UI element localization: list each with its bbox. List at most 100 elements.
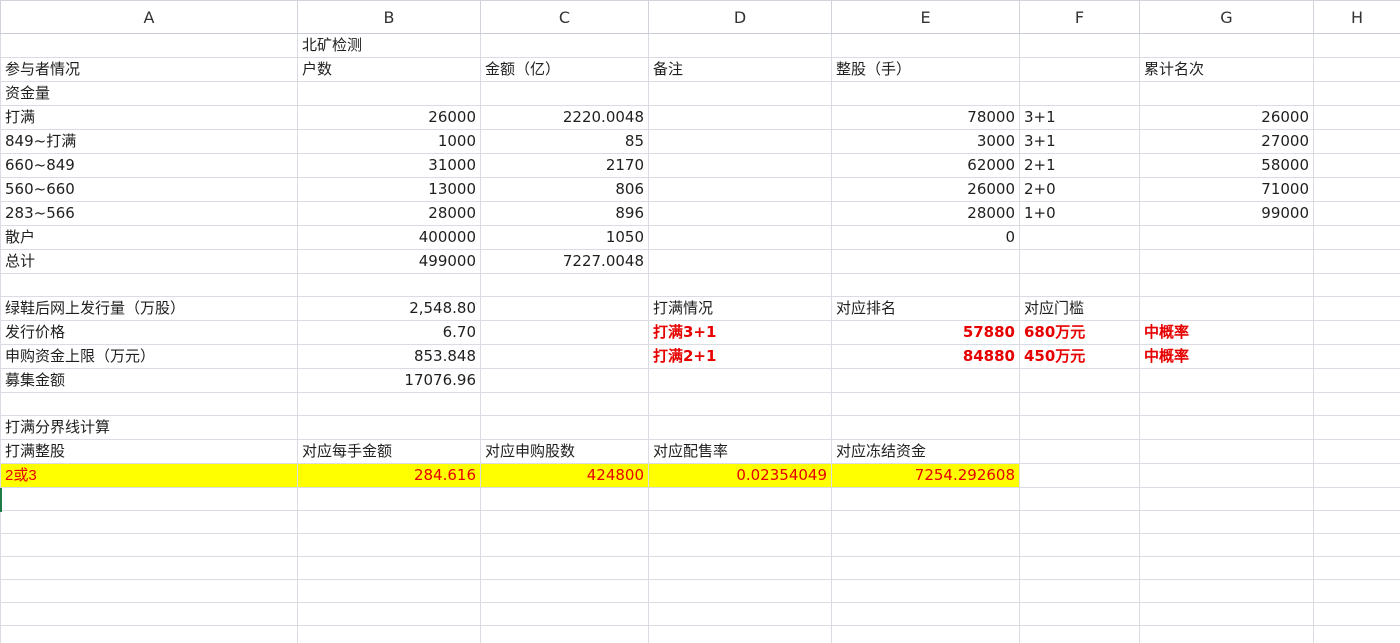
- cell-e22[interactable]: [831, 533, 1020, 557]
- cell-a6[interactable]: 660~849: [0, 153, 298, 178]
- cell-d21[interactable]: [648, 510, 832, 534]
- cell-f11[interactable]: [1019, 273, 1140, 297]
- cell-f14[interactable]: 450万元: [1019, 344, 1140, 369]
- cell-d2[interactable]: 备注: [648, 57, 832, 82]
- cell-c6[interactable]: 2170: [480, 153, 649, 178]
- cell-b11[interactable]: [297, 273, 481, 297]
- cell-d22[interactable]: [648, 533, 832, 557]
- cell-b20[interactable]: [297, 487, 481, 511]
- cell-g21[interactable]: [1139, 510, 1314, 534]
- cell-a13[interactable]: 发行价格: [0, 320, 298, 345]
- cell-f15[interactable]: [1019, 368, 1140, 393]
- cell-f24[interactable]: [1019, 579, 1140, 603]
- cell-a9[interactable]: 散户: [0, 225, 298, 250]
- cell-e25[interactable]: [831, 602, 1020, 626]
- cell-a21[interactable]: [0, 510, 298, 534]
- cell-b22[interactable]: [297, 533, 481, 557]
- cell-h5[interactable]: [1313, 129, 1400, 154]
- cell-d19[interactable]: 0.02354049: [648, 463, 832, 488]
- cell-h15[interactable]: [1313, 368, 1400, 393]
- cell-h11[interactable]: [1313, 273, 1400, 297]
- cell-a12[interactable]: 绿鞋后网上发行量（万股）: [0, 296, 298, 321]
- cell-e24[interactable]: [831, 579, 1020, 603]
- cell-f20[interactable]: [1019, 487, 1140, 511]
- cell-a14[interactable]: 申购资金上限（万元）: [0, 344, 298, 369]
- cell-d23[interactable]: [648, 556, 832, 580]
- cell-c24[interactable]: [480, 579, 649, 603]
- cell-h3[interactable]: [1313, 81, 1400, 106]
- cell-d18[interactable]: 对应配售率: [648, 439, 832, 464]
- cell-h7[interactable]: [1313, 177, 1400, 202]
- cell-d20[interactable]: [648, 487, 832, 511]
- cell-d15[interactable]: [648, 368, 832, 393]
- cell-e5[interactable]: 3000: [831, 129, 1020, 154]
- cell-f6[interactable]: 2+1: [1019, 153, 1140, 178]
- cell-b25[interactable]: [297, 602, 481, 626]
- cell-d13[interactable]: 打满3+1: [648, 320, 832, 345]
- cell-e2[interactable]: 整股（手）: [831, 57, 1020, 82]
- cell-b14[interactable]: 853.848: [297, 344, 481, 369]
- cell-e26[interactable]: [831, 625, 1020, 643]
- cell-f10[interactable]: [1019, 249, 1140, 274]
- cell-e7[interactable]: 26000: [831, 177, 1020, 202]
- cell-b16[interactable]: [297, 392, 481, 416]
- cell-d26[interactable]: [648, 625, 832, 643]
- cell-d7[interactable]: [648, 177, 832, 202]
- cell-a22[interactable]: [0, 533, 298, 557]
- cell-c21[interactable]: [480, 510, 649, 534]
- cell-e4[interactable]: 78000: [831, 105, 1020, 130]
- cell-g3[interactable]: [1139, 81, 1314, 106]
- cell-e17[interactable]: [831, 415, 1020, 440]
- column-header-g[interactable]: G: [1139, 0, 1314, 34]
- column-header-b[interactable]: B: [297, 0, 481, 34]
- cell-h22[interactable]: [1313, 533, 1400, 557]
- cell-f22[interactable]: [1019, 533, 1140, 557]
- cell-g25[interactable]: [1139, 602, 1314, 626]
- cell-b15[interactable]: 17076.96: [297, 368, 481, 393]
- cell-g7[interactable]: 71000: [1139, 177, 1314, 202]
- cell-h26[interactable]: [1313, 625, 1400, 643]
- cell-d12[interactable]: 打满情况: [648, 296, 832, 321]
- cell-g14[interactable]: 中概率: [1139, 344, 1314, 369]
- cell-h25[interactable]: [1313, 602, 1400, 626]
- cell-e3[interactable]: [831, 81, 1020, 106]
- cell-e16[interactable]: [831, 392, 1020, 416]
- cell-b6[interactable]: 31000: [297, 153, 481, 178]
- cell-e8[interactable]: 28000: [831, 201, 1020, 226]
- cell-f16[interactable]: [1019, 392, 1140, 416]
- cell-b8[interactable]: 28000: [297, 201, 481, 226]
- cell-g6[interactable]: 58000: [1139, 153, 1314, 178]
- cell-a11[interactable]: [0, 273, 298, 297]
- column-header-d[interactable]: D: [648, 0, 832, 34]
- cell-f7[interactable]: 2+0: [1019, 177, 1140, 202]
- cell-c16[interactable]: [480, 392, 649, 416]
- cell-d1[interactable]: [648, 33, 832, 58]
- cell-a10[interactable]: 总计: [0, 249, 298, 274]
- cell-a23[interactable]: [0, 556, 298, 580]
- cell-b19[interactable]: 284.616: [297, 463, 481, 488]
- cell-a19[interactable]: 2或3: [0, 463, 298, 488]
- cell-g15[interactable]: [1139, 368, 1314, 393]
- cell-d14[interactable]: 打满2+1: [648, 344, 832, 369]
- cell-c1[interactable]: [480, 33, 649, 58]
- cell-g1[interactable]: [1139, 33, 1314, 58]
- cell-a26[interactable]: [0, 625, 298, 643]
- cell-g9[interactable]: [1139, 225, 1314, 250]
- cell-c22[interactable]: [480, 533, 649, 557]
- cell-e11[interactable]: [831, 273, 1020, 297]
- cell-g26[interactable]: [1139, 625, 1314, 643]
- cell-g22[interactable]: [1139, 533, 1314, 557]
- cell-c23[interactable]: [480, 556, 649, 580]
- column-header-e[interactable]: E: [831, 0, 1020, 34]
- cell-f12[interactable]: 对应门槛: [1019, 296, 1140, 321]
- cell-grid[interactable]: A B C D E F G H 北矿检测 参与者情况 户数 金额（亿） 备注 整股（手） 累…: [0, 0, 1400, 643]
- cell-c9[interactable]: 1050: [480, 225, 649, 250]
- column-header-h[interactable]: H: [1313, 0, 1400, 34]
- cell-f13[interactable]: 680万元: [1019, 320, 1140, 345]
- cell-g23[interactable]: [1139, 556, 1314, 580]
- cell-g17[interactable]: [1139, 415, 1314, 440]
- cell-h8[interactable]: [1313, 201, 1400, 226]
- cell-e10[interactable]: [831, 249, 1020, 274]
- cell-a18[interactable]: 打满整股: [0, 439, 298, 464]
- cell-h24[interactable]: [1313, 579, 1400, 603]
